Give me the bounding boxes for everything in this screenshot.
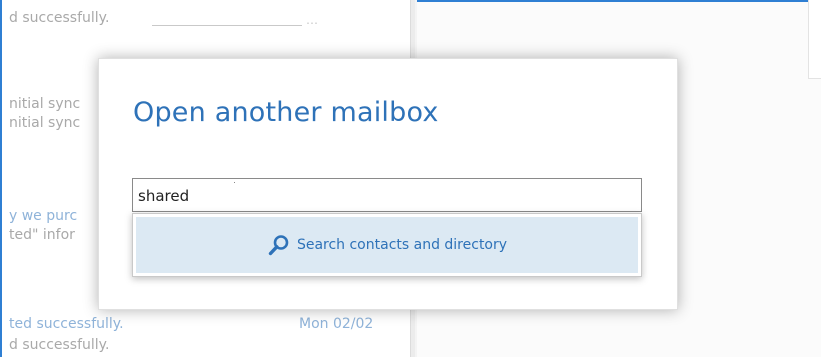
message-list-item-text: ted" infor xyxy=(9,227,75,243)
mailbox-search-input[interactable] xyxy=(132,178,642,212)
ellipsis-icon: … xyxy=(306,13,318,27)
search-contacts-label: Search contacts and directory xyxy=(296,237,508,253)
message-list-item-text: ted successfully. xyxy=(9,316,124,332)
dialog-title: Open another mailbox xyxy=(133,97,439,128)
open-mailbox-dialog: Open another mailbox Search contacts and… xyxy=(98,58,678,310)
divider xyxy=(417,0,821,2)
message-date: Mon 02/02 xyxy=(299,316,374,332)
message-list-item-text: d successfully. xyxy=(9,10,110,26)
suggestion-dropdown: Search contacts and directory xyxy=(132,213,642,277)
search-contacts-button[interactable]: Search contacts and directory xyxy=(136,217,638,273)
message-list-item-text: nitial sync xyxy=(9,115,81,131)
message-list-item-text: d successfully. xyxy=(9,337,110,353)
message-list-item-text: nitial sync xyxy=(9,96,81,112)
cursor-mark xyxy=(234,182,235,183)
reading-pane-tab xyxy=(808,0,821,79)
message-list-item-text: y we purc xyxy=(9,208,78,224)
search-icon xyxy=(268,235,289,256)
divider xyxy=(152,25,302,26)
